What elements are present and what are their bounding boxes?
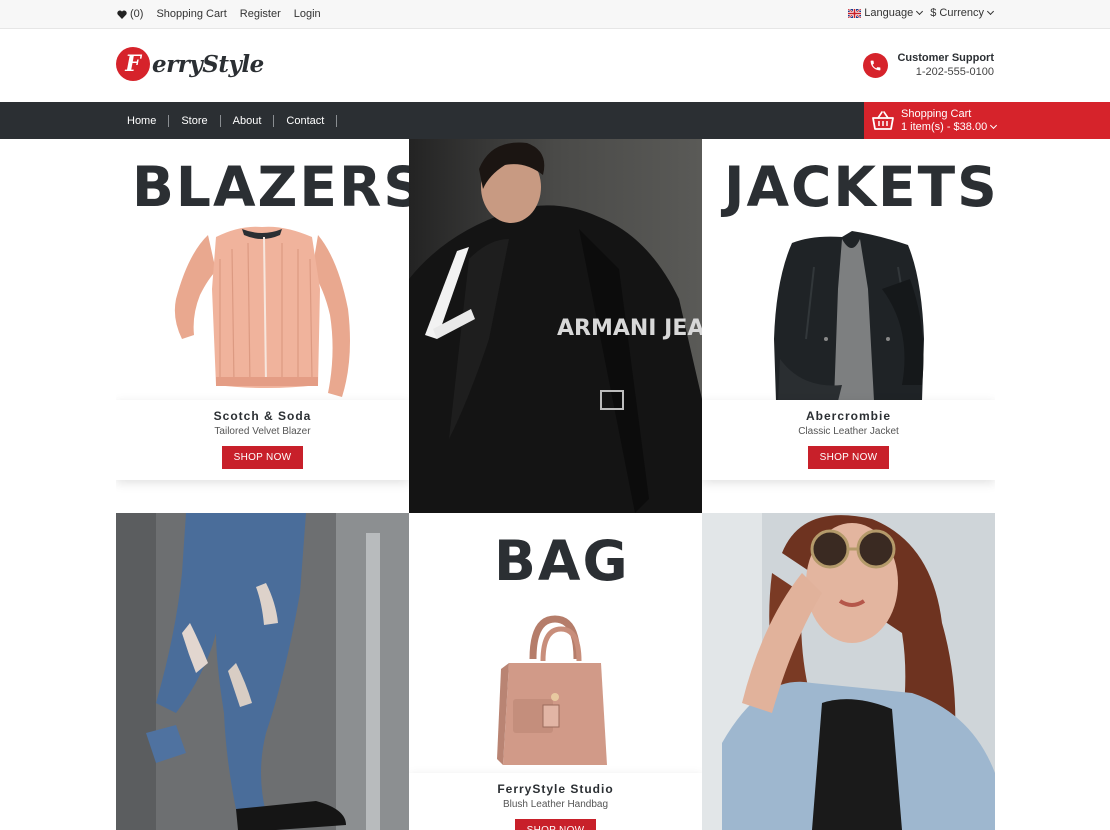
- cart-summary-button[interactable]: Shopping Cart 1 item(s) - $38.00: [864, 102, 1110, 139]
- bag-brand: FerryStyle Studio: [497, 782, 614, 796]
- jackets-shop-now-button[interactable]: SHOP NOW: [807, 446, 890, 469]
- locale-controls: Language $ Currency: [848, 7, 995, 19]
- site-header: F erryStyle Customer Support 1-202-555-0…: [0, 29, 1110, 102]
- jackets-brand: Abercrombie: [805, 409, 892, 423]
- heart-icon: [117, 10, 127, 19]
- blazers-tile: BLAZERS Scotch & Soda Tailored Velvet Bl…: [116, 139, 409, 513]
- model-jacket-illustration: ARMANI JEANS: [409, 139, 702, 513]
- login-link[interactable]: Login: [294, 8, 321, 20]
- bag-tile: BAG FerryStyle Studio Blush Leather Hand…: [409, 513, 702, 830]
- jacket-print-text: ARMANI JEANS: [557, 316, 702, 341]
- blazers-description: Tailored Velvet Blazer: [214, 426, 311, 437]
- nav-item-about[interactable]: About: [221, 114, 275, 127]
- register-link[interactable]: Register: [240, 8, 281, 20]
- model-jeans-image[interactable]: [116, 513, 409, 830]
- bag-description: Blush Leather Handbag: [502, 799, 609, 810]
- shopping-cart-link[interactable]: Shopping Cart: [156, 8, 226, 20]
- top-utility-bar: (0) Shopping Cart Register Login Languag…: [0, 0, 1110, 29]
- currency-dropdown[interactable]: $ Currency: [930, 7, 995, 19]
- cart-title: Shopping Cart: [901, 107, 972, 120]
- customer-support: Customer Support 1-202-555-0100: [863, 51, 994, 79]
- model-sunglasses-image[interactable]: [702, 513, 995, 830]
- blazers-brand: Scotch & Soda: [213, 409, 312, 423]
- logo-badge: F: [116, 47, 150, 81]
- sunglasses-model-illustration: [702, 513, 995, 830]
- wishlist-count: (0): [130, 8, 144, 20]
- wishlist-link[interactable]: (0): [117, 8, 143, 20]
- support-phone: 1-202-555-0100: [915, 66, 994, 78]
- language-dropdown[interactable]: Language: [848, 7, 924, 19]
- blazers-shop-now-button[interactable]: SHOP NOW: [221, 446, 304, 469]
- blazers-card: Scotch & Soda Tailored Velvet Blazer SHO…: [116, 400, 409, 480]
- support-title: Customer Support: [897, 52, 994, 64]
- jackets-tile: JACKETS Abercrombie Classic Leather Jack…: [702, 139, 995, 513]
- main-nav: Home Store About Contact Shopping Cart 1…: [0, 102, 1110, 139]
- language-label: Language: [864, 7, 914, 19]
- chevron-down-icon: [916, 7, 924, 16]
- cart-icon: [872, 110, 894, 130]
- jackets-card: Abercrombie Classic Leather Jacket SHOP …: [702, 400, 995, 480]
- model-leather-jacket-image[interactable]: ARMANI JEANS: [409, 139, 702, 513]
- uk-flag-icon: [848, 8, 862, 18]
- chevron-down-icon: [986, 7, 995, 16]
- chevron-down-icon: [990, 121, 998, 129]
- nav-item-store[interactable]: Store: [169, 114, 221, 127]
- nav-item-contact[interactable]: Contact: [274, 114, 338, 127]
- nav-item-home[interactable]: Home: [115, 114, 170, 127]
- cart-summary-text: 1 item(s) - $38.00: [901, 121, 998, 134]
- bag-shop-now-button[interactable]: SHOP NOW: [514, 819, 597, 830]
- site-logo[interactable]: F erryStyle: [116, 47, 264, 81]
- jackets-description: Classic Leather Jacket: [798, 426, 899, 437]
- bag-card: FerryStyle Studio Blush Leather Handbag …: [409, 773, 702, 830]
- top-links: (0) Shopping Cart Register Login: [117, 8, 321, 20]
- phone-icon: [863, 52, 889, 78]
- jeans-illustration: [116, 513, 409, 830]
- logo-text: erryStyle: [152, 50, 264, 78]
- currency-label: $ Currency: [930, 7, 984, 19]
